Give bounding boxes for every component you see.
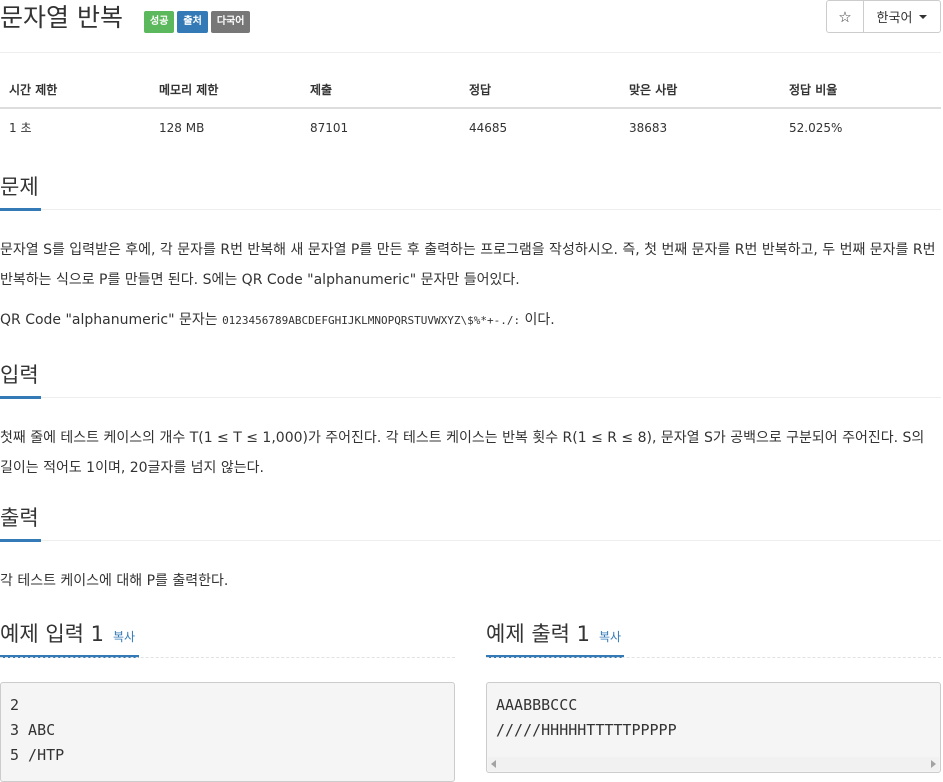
section-input: 입력 첫째 줄에 테스트 케이스의 개수 T(1 ≤ T ≤ 1,000)가 주… bbox=[0, 360, 941, 483]
sample-input-line: 2 bbox=[10, 696, 20, 714]
header-submissions: 제출 bbox=[301, 72, 460, 109]
title-divider bbox=[0, 52, 941, 53]
sample-input-box[interactable]: 2 3 ABC 5 /HTP bbox=[0, 682, 455, 782]
sample-input-line: 5 /HTP bbox=[10, 746, 65, 764]
alphanumeric-suffix: 이다. bbox=[524, 312, 555, 328]
sample-divider bbox=[0, 657, 455, 658]
sample-output-line: AAABBBCCC bbox=[496, 696, 578, 714]
info-header-row: 시간 제한 메모리 제한 제출 정답 맞은 사람 정답 비율 bbox=[0, 72, 941, 109]
value-solvers: 38683 bbox=[629, 120, 668, 135]
horizontal-scrollbar[interactable] bbox=[488, 757, 939, 771]
sample-input-heading: 예제 입력 1 bbox=[0, 622, 104, 646]
section-underline bbox=[0, 396, 41, 399]
sample-output-box[interactable]: AAABBBCCC /////HHHHHTTTTTPPPPP bbox=[486, 682, 941, 773]
section-output: 출력 각 테스트 케이스에 대해 P를 출력한다. bbox=[0, 503, 941, 596]
header-time-limit: 시간 제한 bbox=[0, 72, 150, 109]
sample-input-header: 예제 입력 1 복사 bbox=[0, 619, 455, 658]
sample-output-block: 예제 출력 1 복사 AAABBBCCC /////HHHHHTTTTTPPPPP bbox=[486, 619, 941, 773]
sample-input-block: 예제 입력 1 복사 2 3 ABC 5 /HTP bbox=[0, 619, 455, 782]
section-underline bbox=[0, 539, 41, 542]
problem-labels: 성공 출처 다국어 bbox=[144, 11, 251, 33]
alphanumeric-charset: 0123456789ABCDEFGHIJKLMNOPQRSTUVWXYZ\$%*… bbox=[222, 314, 521, 327]
star-outline-icon: ☆ bbox=[838, 7, 852, 26]
value-memory-limit: 128 MB bbox=[159, 120, 205, 135]
section-description-title: 문제 bbox=[0, 175, 39, 199]
label-multilang[interactable]: 다국어 bbox=[210, 11, 251, 33]
copy-sample-output-link[interactable]: 복사 bbox=[599, 622, 621, 652]
sample-input-title: 예제 입력 1 복사 bbox=[0, 619, 455, 652]
problem-info-table: 시간 제한 메모리 제한 제출 정답 맞은 사람 정답 비율 1 초 128 M… bbox=[0, 72, 941, 146]
sample-output-line: /////HHHHHTTTTTPPPPP bbox=[496, 721, 677, 739]
value-accept-ratio: 52.025% bbox=[789, 120, 843, 135]
info-value-row: 1 초 128 MB 87101 44685 38683 52.025% bbox=[0, 108, 941, 146]
section-description: 문제 문자열 S를 입력받은 후에, 각 문자를 R번 반복해 새 문자열 P를… bbox=[0, 172, 941, 336]
scroll-right-arrow-icon[interactable] bbox=[931, 760, 936, 768]
section-underline bbox=[0, 208, 41, 211]
section-input-title: 입력 bbox=[0, 363, 39, 387]
input-paragraph: 첫째 줄에 테스트 케이스의 개수 T(1 ≤ T ≤ 1,000)가 주어진다… bbox=[0, 430, 925, 476]
page-title: 문자열 반복 bbox=[0, 3, 123, 32]
copy-sample-input-link[interactable]: 복사 bbox=[113, 622, 135, 652]
description-paragraph: 문자열 S를 입력받은 후에, 각 문자를 R번 반복해 새 문자열 P를 만든… bbox=[0, 242, 936, 288]
title-row: 문자열 반복 성공 출처 다국어 ☆ 한국어 bbox=[0, 0, 943, 40]
section-output-header: 출력 bbox=[0, 503, 941, 542]
section-output-title: 출력 bbox=[0, 506, 39, 530]
label-success[interactable]: 성공 bbox=[144, 11, 175, 33]
alphanumeric-paragraph: QR Code "alphanumeric" 문자는 0123456789ABC… bbox=[0, 305, 941, 336]
header-accepted: 정답 bbox=[460, 72, 620, 109]
header-memory-limit: 메모리 제한 bbox=[150, 72, 301, 109]
value-time-limit: 1 초 bbox=[9, 121, 32, 135]
header-solvers: 맞은 사람 bbox=[620, 72, 780, 109]
label-source[interactable]: 출처 bbox=[177, 11, 208, 33]
title-actions: ☆ 한국어 bbox=[826, 0, 941, 33]
sample-output-header: 예제 출력 1 복사 bbox=[486, 619, 941, 658]
language-dropdown[interactable]: 한국어 bbox=[864, 0, 941, 33]
sample-output-heading: 예제 출력 1 bbox=[486, 622, 590, 646]
sample-output-title: 예제 출력 1 복사 bbox=[486, 619, 941, 652]
value-submissions: 87101 bbox=[310, 120, 349, 135]
star-button[interactable]: ☆ bbox=[826, 0, 864, 33]
alphanumeric-prefix: QR Code "alphanumeric" 문자는 bbox=[0, 312, 218, 328]
scroll-left-arrow-icon[interactable] bbox=[491, 760, 496, 768]
section-description-header: 문제 bbox=[0, 172, 941, 211]
sample-input-line: 3 ABC bbox=[10, 721, 56, 739]
language-label: 한국어 bbox=[876, 11, 913, 26]
sample-divider bbox=[486, 657, 941, 658]
section-input-header: 입력 bbox=[0, 360, 941, 399]
header-accept-ratio: 정답 비율 bbox=[780, 72, 941, 109]
value-accepted: 44685 bbox=[469, 120, 508, 135]
output-paragraph: 각 테스트 케이스에 대해 P를 출력한다. bbox=[0, 573, 229, 589]
caret-down-icon bbox=[919, 14, 928, 19]
